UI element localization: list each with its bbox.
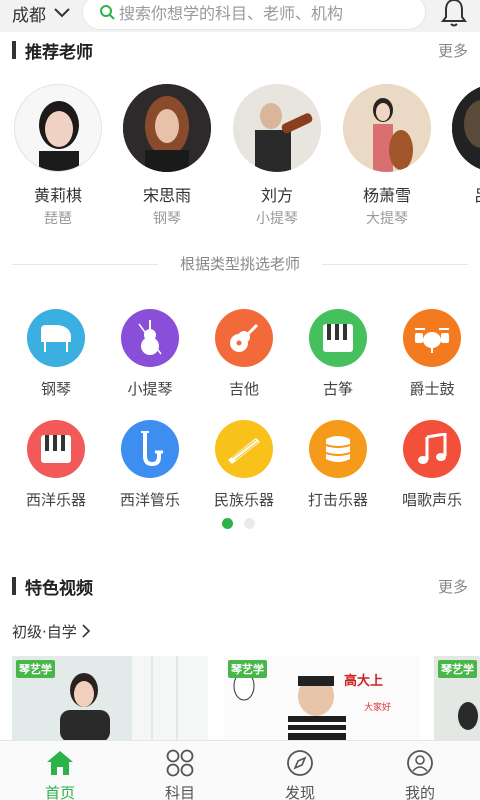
category-percussion[interactable]: 打击乐器 bbox=[291, 420, 385, 510]
guzheng-icon bbox=[309, 309, 367, 367]
section-title: 推荐老师 bbox=[25, 42, 93, 63]
city-selector[interactable]: 成都 bbox=[12, 0, 70, 26]
featured-videos-header: 特色视频 更多 bbox=[12, 574, 468, 599]
teacher-subject: 大提琴 bbox=[366, 211, 408, 227]
avatar bbox=[233, 84, 321, 172]
section-marker bbox=[12, 577, 16, 595]
avatar bbox=[452, 84, 480, 172]
violin-icon bbox=[121, 309, 179, 367]
video-logo-badge: 琴艺学 bbox=[228, 660, 267, 678]
category-label: 唱歌声乐 bbox=[401, 491, 462, 509]
category-label: 小提琴 bbox=[127, 380, 173, 398]
nav-discover[interactable]: 发现 bbox=[240, 741, 360, 800]
teacher-card[interactable]: 杨萧雪 大提琴 bbox=[341, 84, 433, 228]
teacher-subject: 钢琴 bbox=[153, 211, 181, 227]
chevron-right-icon bbox=[81, 624, 90, 638]
teacher-name: 吕 bbox=[474, 182, 480, 206]
divider bbox=[322, 264, 468, 265]
bottom-nav: 首页 科目 发现 我的 bbox=[0, 740, 480, 800]
chevron-down-icon bbox=[54, 8, 70, 18]
search-icon bbox=[100, 5, 115, 20]
user-icon bbox=[407, 750, 433, 776]
music-note-icon bbox=[403, 420, 461, 478]
nav-profile[interactable]: 我的 bbox=[360, 741, 480, 800]
category-label: 爵士鼓 bbox=[409, 380, 455, 398]
bell-icon[interactable] bbox=[440, 0, 468, 28]
category-label: 古筝 bbox=[322, 380, 353, 398]
category-label: 打击乐器 bbox=[307, 491, 368, 509]
grid-icon bbox=[166, 749, 194, 777]
video-caption: 高大上 bbox=[344, 674, 384, 689]
city-label: 成都 bbox=[12, 5, 46, 26]
teacher-name: 宋思雨 bbox=[142, 186, 191, 205]
video-thumbnail[interactable]: 琴艺学 bbox=[434, 656, 480, 742]
barrel-drum-icon bbox=[309, 420, 367, 478]
avatar bbox=[343, 84, 431, 172]
more-teachers-link[interactable]: 更多 bbox=[438, 40, 468, 61]
category-guzheng[interactable]: 古筝 bbox=[291, 309, 385, 399]
nav-home[interactable]: 首页 bbox=[0, 741, 120, 800]
category-western-winds[interactable]: 西洋管乐 bbox=[103, 420, 197, 510]
search-placeholder: 搜索你想学的科目、老师、机构 bbox=[119, 4, 344, 23]
nav-label: 首页 bbox=[44, 784, 75, 800]
category-drum[interactable]: 爵士鼓 bbox=[385, 309, 479, 399]
guitar-icon bbox=[215, 309, 273, 367]
teacher-card[interactable]: 黄莉棋 琵琶 bbox=[12, 84, 104, 228]
category-violin[interactable]: 小提琴 bbox=[103, 309, 197, 399]
avatar bbox=[123, 84, 211, 172]
video-category-label: 初级·自学 bbox=[12, 623, 77, 641]
category-western-instruments[interactable]: 西洋乐器 bbox=[9, 420, 103, 510]
svg-text:大家好: 大家好 bbox=[364, 701, 391, 713]
saxophone-icon bbox=[121, 420, 179, 478]
pager-dots bbox=[222, 518, 255, 529]
category-vocal[interactable]: 唱歌声乐 bbox=[385, 420, 479, 510]
category-folk-instruments[interactable]: 民族乐器 bbox=[197, 420, 291, 510]
nav-subjects[interactable]: 科目 bbox=[120, 741, 240, 800]
pager-dot-active[interactable] bbox=[222, 518, 233, 529]
category-label: 西洋管乐 bbox=[119, 491, 180, 509]
teacher-name: 黄莉棋 bbox=[33, 186, 82, 205]
category-guitar[interactable]: 吉他 bbox=[197, 309, 291, 399]
keyboard-icon bbox=[27, 420, 85, 478]
pager-dot[interactable] bbox=[244, 518, 255, 529]
teacher-name: 刘方 bbox=[260, 186, 293, 205]
category-label: 吉他 bbox=[228, 380, 259, 398]
category-label: 民族乐器 bbox=[213, 491, 274, 509]
top-bar: 成都 搜索你想学的科目、老师、机构 bbox=[0, 0, 480, 32]
teacher-name: 杨萧雪 bbox=[362, 186, 411, 205]
teacher-card[interactable]: 宋思雨 钢琴 bbox=[121, 84, 213, 228]
teacher-subject: 琵琶 bbox=[44, 211, 72, 227]
category-label: 钢琴 bbox=[40, 380, 71, 398]
more-videos-link[interactable]: 更多 bbox=[438, 576, 468, 597]
video-logo-badge: 琴艺学 bbox=[16, 660, 55, 678]
video-thumbnail[interactable]: 大家好 琴艺学 高大上 bbox=[224, 656, 420, 742]
recommended-teachers-header: 推荐老师 更多 bbox=[12, 38, 468, 63]
section-marker bbox=[12, 41, 16, 59]
category-piano[interactable]: 钢琴 bbox=[9, 309, 103, 399]
category-label: 西洋乐器 bbox=[25, 491, 86, 509]
compass-icon bbox=[287, 750, 313, 776]
avatar bbox=[14, 84, 102, 172]
video-category-link[interactable]: 初级·自学 bbox=[12, 621, 91, 642]
piano-icon bbox=[27, 309, 85, 367]
zither-icon bbox=[215, 420, 273, 478]
teacher-card[interactable]: 吕 bbox=[452, 84, 480, 206]
nav-label: 发现 bbox=[284, 784, 315, 800]
home-icon bbox=[47, 751, 73, 775]
drum-icon bbox=[403, 309, 461, 367]
video-logo-badge: 琴艺学 bbox=[438, 660, 477, 678]
video-thumbnail[interactable]: 琴艺学 bbox=[12, 656, 208, 742]
teacher-subject: 小提琴 bbox=[256, 211, 298, 227]
nav-label: 我的 bbox=[404, 784, 435, 800]
section-title: 特色视频 bbox=[25, 578, 93, 599]
nav-label: 科目 bbox=[164, 784, 195, 800]
search-input[interactable]: 搜索你想学的科目、老师、机构 bbox=[82, 0, 426, 30]
teacher-card[interactable]: 刘方 小提琴 bbox=[231, 84, 323, 228]
